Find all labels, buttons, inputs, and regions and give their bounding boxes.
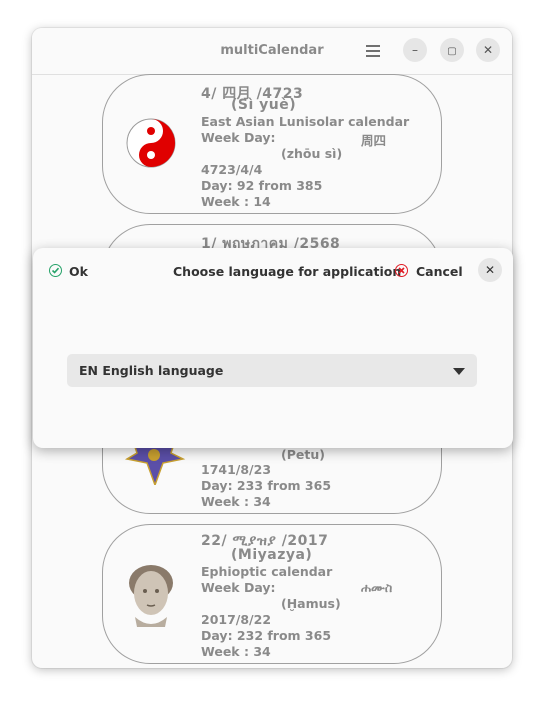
language-select[interactable]: EN English language xyxy=(67,354,477,387)
check-circle-icon xyxy=(49,264,62,277)
maximize-button[interactable]: ▢ xyxy=(440,38,464,62)
week-day-native: ሐሙስ xyxy=(361,580,393,595)
day-of-year: Day: 232 from 365 xyxy=(201,628,332,643)
day-of-year: Day: 233 from 365 xyxy=(201,478,332,493)
calendar-name: Ephioptic calendar xyxy=(201,564,333,579)
title-bar: multiCalendar – ▢ ✕ xyxy=(32,28,512,75)
week-day-native: 周四 xyxy=(361,133,387,148)
week-number: Week : 14 xyxy=(201,194,271,209)
language-dialog: Ok Choose language for application Cance… xyxy=(33,248,513,448)
full-date: 1741/8/23 xyxy=(201,462,272,477)
ok-label: Ok xyxy=(69,264,88,279)
bust-icon xyxy=(129,565,173,627)
full-date: 4723/4/4 xyxy=(201,162,263,177)
calendar-card-ethiopic[interactable]: 22/ ሚያዝያ /2017 (Miyazya) Ephioptic calen… xyxy=(102,524,442,664)
week-day-romanized: (Ḫamus) xyxy=(281,596,341,611)
minimize-button[interactable]: – xyxy=(403,38,427,62)
full-date: 2017/8/22 xyxy=(201,612,272,627)
close-button[interactable]: ✕ xyxy=(476,38,500,62)
day-of-year: Day: 92 from 385 xyxy=(201,178,323,193)
week-day-label: Week Day: xyxy=(201,580,276,595)
calendar-name: East Asian Lunisolar calendar xyxy=(201,114,410,129)
dialog-close-button[interactable]: ✕ xyxy=(478,258,502,282)
dialog-title: Choose language for application xyxy=(173,264,402,279)
week-day-label: Week Day: xyxy=(201,130,276,145)
cancel-label: Cancel xyxy=(416,264,463,279)
chevron-down-icon xyxy=(453,368,465,375)
calendar-card-chinese[interactable]: 4/ 四月 /4723 (Sì yuè) East Asian Lunisola… xyxy=(102,74,442,214)
week-number: Week : 34 xyxy=(201,644,271,659)
cancel-circle-icon xyxy=(395,264,408,277)
week-day-romanized: (zhōu sì) xyxy=(281,146,343,161)
language-select-value: EN English language xyxy=(79,363,224,378)
week-number: Week : 34 xyxy=(201,494,271,509)
close-icon: ✕ xyxy=(484,263,496,277)
month-romanized: (Sì yuè) xyxy=(231,97,297,113)
yin-yang-icon xyxy=(126,118,176,168)
month-romanized: (Miyazya) xyxy=(231,547,313,563)
week-day-romanized: (Petu) xyxy=(281,447,325,462)
hamburger-icon[interactable] xyxy=(365,43,381,57)
